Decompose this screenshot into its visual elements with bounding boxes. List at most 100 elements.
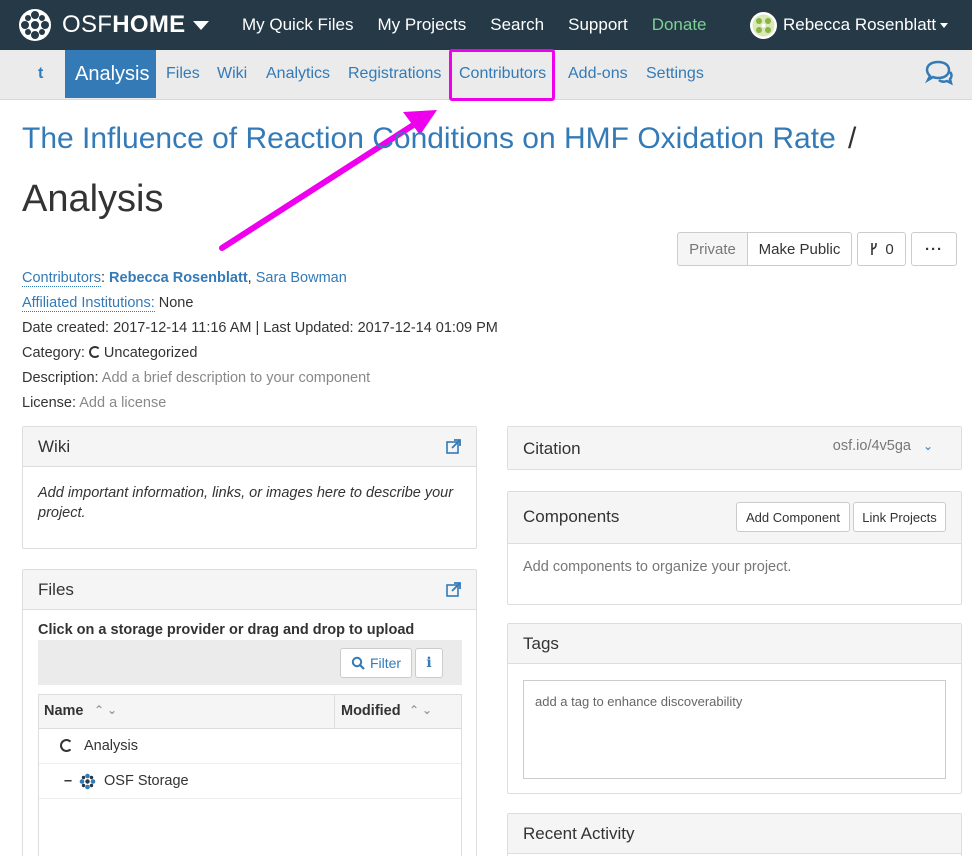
files-grid-header: Name ⌃⌄ Modified ⌃⌄ — [39, 695, 461, 729]
files-instructions: Click on a storage provider or drag and … — [38, 622, 414, 638]
recent-activity-header: Recent Activity — [508, 814, 961, 854]
collapse-icon[interactable]: – — [64, 773, 72, 789]
nav-my-projects[interactable]: My Projects — [365, 0, 478, 50]
files-panel-header: Files — [23, 570, 476, 610]
brand-osf: OSF — [62, 11, 112, 38]
top-nav-links: My Quick Files My Projects Search Suppor… — [230, 0, 719, 50]
components-empty-text: Add components to organize your project. — [523, 559, 791, 575]
license-value[interactable]: Add a license — [79, 395, 166, 411]
tags-panel: Tags add a tag to enhance discoverabilit… — [507, 623, 962, 794]
name-column-header: Name — [44, 703, 84, 719]
subnav-settings[interactable]: Settings — [646, 50, 704, 98]
nav-donate[interactable]: Donate — [640, 0, 719, 50]
comments-icon[interactable] — [924, 60, 954, 86]
wiki-panel: Wiki Add important information, links, o… — [22, 426, 477, 549]
components-panel: Components Add Component Link Projects A… — [507, 491, 962, 605]
brand-caret-icon[interactable] — [193, 21, 209, 30]
recent-activity-title: Recent Activity — [523, 824, 635, 844]
subnav-wiki[interactable]: Wiki — [217, 50, 247, 98]
files-panel: Files Click on a storage provider or dra… — [22, 569, 477, 856]
osf-logo-icon — [18, 8, 52, 42]
osf-storage-icon — [79, 773, 96, 790]
license-line: License: Add a license — [22, 395, 166, 411]
tags-input[interactable]: add a tag to enhance discoverability — [523, 680, 946, 779]
institutions-label[interactable]: Affiliated Institutions: — [22, 295, 155, 312]
more-options-button[interactable]: ··· — [911, 232, 957, 266]
contributors-highlight-box — [449, 49, 555, 101]
make-public-button[interactable]: Make Public — [747, 232, 852, 266]
user-name: Rebecca Rosenblatt — [783, 15, 936, 35]
citation-panel-title: Citation — [523, 439, 581, 459]
file-row[interactable]: – OSF Storage — [39, 764, 461, 799]
component-icon — [60, 739, 73, 752]
title-separator: / — [848, 122, 856, 156]
info-button[interactable]: i — [415, 648, 443, 678]
institutions-value: None — [159, 295, 194, 311]
fork-count: 0 — [885, 241, 893, 258]
description-value[interactable]: Add a brief description to your componen… — [102, 370, 370, 386]
subnav-analytics[interactable]: Analytics — [266, 50, 330, 98]
description-line: Description: Add a brief description to … — [22, 370, 370, 386]
tags-panel-title: Tags — [523, 634, 559, 654]
recent-activity-panel: Recent Activity — [507, 813, 962, 856]
dates-line: Date created: 2017-12-14 11:16 AM | Last… — [22, 320, 498, 336]
nav-search[interactable]: Search — [478, 0, 556, 50]
description-label: Description: — [22, 370, 99, 386]
file-row-label: Analysis — [84, 738, 138, 754]
file-row[interactable]: Analysis — [39, 729, 461, 764]
file-row-label: OSF Storage — [104, 773, 189, 789]
files-panel-title: Files — [38, 580, 74, 600]
wiki-panel-header: Wiki — [23, 427, 476, 467]
citation-panel[interactable]: Citation osf.io/4v5ga ⌄ — [507, 426, 962, 470]
nav-support[interactable]: Support — [556, 0, 640, 50]
component-title: Analysis — [22, 178, 164, 221]
subnav-files[interactable]: Files — [166, 50, 200, 98]
private-button[interactable]: Private — [677, 232, 748, 266]
subnav-analysis-active[interactable]: Analysis — [65, 50, 156, 98]
avatar — [750, 12, 777, 39]
external-link-icon[interactable] — [446, 439, 461, 454]
subnav-add-ons[interactable]: Add-ons — [568, 50, 628, 98]
column-divider — [334, 695, 335, 729]
wiki-placeholder: Add important information, links, or ima… — [38, 483, 458, 523]
avatar-pattern-icon — [752, 14, 775, 37]
wiki-panel-title: Wiki — [38, 437, 70, 457]
user-menu[interactable]: Rebecca Rosenblatt — [750, 0, 948, 50]
external-link-icon[interactable] — [446, 582, 461, 597]
sort-modified-icon[interactable]: ⌃⌄ — [409, 703, 435, 717]
osf-logo-link[interactable]: OSFHOME — [18, 0, 209, 50]
chevron-down-icon[interactable]: ⌄ — [923, 439, 933, 453]
nav-my-quick-files[interactable]: My Quick Files — [230, 0, 365, 50]
project-title-link[interactable]: The Influence of Reaction Conditions on … — [22, 122, 836, 156]
citation-panel-header[interactable]: Citation osf.io/4v5ga ⌄ — [508, 427, 961, 469]
filter-button[interactable]: Filter — [340, 648, 412, 678]
tags-placeholder: add a tag to enhance discoverability — [535, 694, 742, 709]
subnav-parent-link[interactable]: t — [38, 50, 43, 98]
institutions-line: Affiliated Institutions: None — [22, 295, 193, 311]
files-tree-grid: Name ⌃⌄ Modified ⌃⌄ Analysis – OSF Stora… — [38, 694, 462, 856]
sort-name-icon[interactable]: ⌃⌄ — [94, 703, 120, 717]
subnav-registrations[interactable]: Registrations — [348, 50, 441, 98]
category-label: Category: — [22, 345, 85, 361]
top-navbar: OSFHOME My Quick Files My Projects Searc… — [0, 0, 972, 50]
tags-panel-header: Tags — [508, 624, 961, 664]
add-component-button[interactable]: Add Component — [736, 502, 850, 532]
category-value: Uncategorized — [104, 345, 198, 361]
contributor-link[interactable]: Sara Bowman — [256, 270, 347, 286]
brand-home: HOME — [112, 11, 185, 38]
brand-name[interactable]: OSFHOME — [62, 11, 185, 39]
components-panel-header: Components Add Component Link Projects — [508, 492, 961, 544]
category-line: Category: Uncategorized — [22, 345, 197, 361]
link-projects-button[interactable]: Link Projects — [853, 502, 946, 532]
components-panel-title: Components — [523, 507, 619, 527]
filter-label: Filter — [370, 655, 401, 671]
files-toolbar: Filter i — [38, 640, 462, 685]
contributors-line: Contributors: Rebecca Rosenblatt, Sara B… — [22, 270, 347, 286]
fork-button[interactable]: 0 — [857, 232, 906, 266]
license-label: License: — [22, 395, 76, 411]
modified-column-header: Modified — [341, 703, 401, 719]
uncategorized-icon — [89, 346, 101, 358]
citation-url: osf.io/4v5ga — [833, 438, 911, 454]
contributor-link[interactable]: Rebecca Rosenblatt — [109, 270, 248, 286]
contributors-label[interactable]: Contributors — [22, 270, 101, 287]
